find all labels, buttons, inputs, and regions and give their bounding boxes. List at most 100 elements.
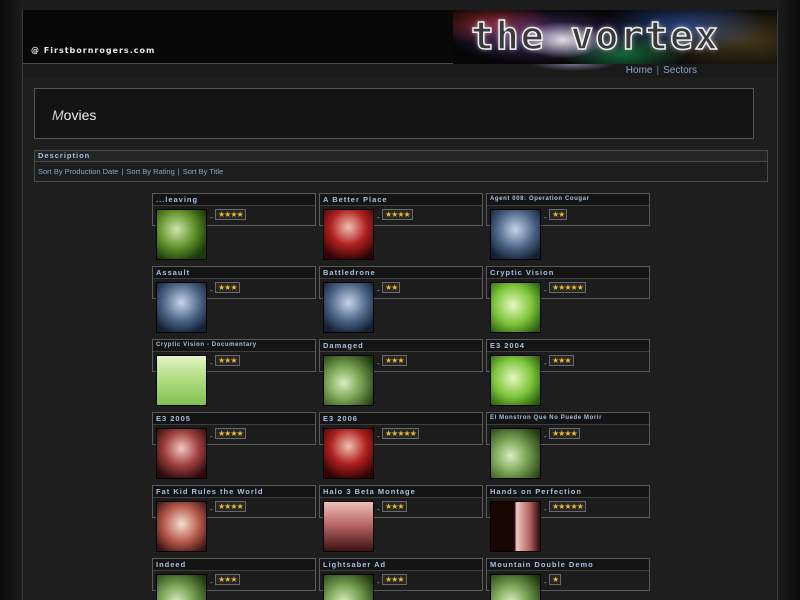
- sort-by-production-date-link[interactable]: Sort By Production Date: [38, 167, 118, 176]
- movie-card[interactable]: Assault - ★★★: [152, 266, 316, 333]
- rating-dash: -: [210, 359, 213, 368]
- nav-links: Home | Sectors: [626, 65, 697, 76]
- nav-sectors-link[interactable]: Sectors: [663, 65, 697, 76]
- movie-title[interactable]: Halo 3 Beta Montage: [320, 486, 482, 498]
- rating-dash: -: [544, 359, 547, 368]
- sort-separator: |: [177, 167, 180, 176]
- movie-thumbnail[interactable]: [156, 282, 207, 333]
- movie-card[interactable]: Halo 3 Beta Montage - ★★★: [319, 485, 483, 552]
- star-rating: ★★: [549, 209, 568, 220]
- movie-card[interactable]: Damaged - ★★★: [319, 339, 483, 406]
- sort-links: Sort By Production Date | Sort By Rating | S…: [35, 162, 767, 181]
- rating-dash: -: [210, 505, 213, 514]
- site-credit: @ Firstbornrogers.com: [31, 46, 156, 55]
- title-panel: Movies: [34, 88, 754, 139]
- movie-title[interactable]: Damaged: [320, 340, 482, 352]
- movie-card[interactable]: El Monstron Que No Puede Morir - ★★★★: [486, 412, 650, 479]
- rating-dash: -: [544, 286, 547, 295]
- star-rating: ★★★★: [382, 209, 413, 220]
- rating-dash: -: [377, 359, 380, 368]
- movie-title[interactable]: Cryptic Vision - Documentary: [153, 340, 315, 352]
- movie-thumbnail[interactable]: [490, 501, 541, 552]
- page-title: Movies: [52, 107, 96, 123]
- sort-by-title-link[interactable]: Sort By Title: [183, 167, 223, 176]
- movie-card[interactable]: ...leaving - ★★★★: [152, 193, 316, 260]
- movie-thumbnail[interactable]: [323, 209, 374, 260]
- star-rating: ★★★: [382, 355, 407, 366]
- movie-card[interactable]: Cryptic Vision - Documentary - ★★★: [152, 339, 316, 406]
- movie-card[interactable]: Agent 008: Operation Cougar - ★★: [486, 193, 650, 260]
- rating-dash: -: [377, 286, 380, 295]
- star-rating: ★: [549, 574, 562, 585]
- movie-thumbnail[interactable]: [156, 501, 207, 552]
- movie-card[interactable]: Indeed - ★★★: [152, 558, 316, 600]
- movie-thumbnail[interactable]: [323, 355, 374, 406]
- movie-card[interactable]: Fat Kid Rules the World - ★★★★: [152, 485, 316, 552]
- star-rating: ★★★: [215, 355, 240, 366]
- movie-title[interactable]: El Monstron Que No Puede Morir: [487, 413, 649, 425]
- movie-thumbnail[interactable]: [156, 355, 207, 406]
- movie-thumbnail[interactable]: [323, 428, 374, 479]
- movie-title[interactable]: Agent 008: Operation Cougar: [487, 194, 649, 206]
- movie-title[interactable]: Assault: [153, 267, 315, 279]
- rating-dash: -: [377, 505, 380, 514]
- movie-grid: ...leaving - ★★★★ A Better Place - ★★★★ …: [152, 193, 650, 600]
- rating-dash: -: [377, 213, 380, 222]
- nav-separator: |: [656, 65, 660, 76]
- movie-card[interactable]: E3 2006 - ★★★★★: [319, 412, 483, 479]
- star-rating: ★★★★: [215, 209, 246, 220]
- site-header: @ Firstbornrogers.com the vortex: [23, 10, 777, 64]
- movie-card[interactable]: Cryptic Vision - ★★★★★: [486, 266, 650, 333]
- sort-separator: |: [121, 167, 124, 176]
- rating-dash: -: [544, 578, 547, 587]
- site-logo[interactable]: the vortex: [453, 10, 777, 64]
- movie-card[interactable]: E3 2004 - ★★★: [486, 339, 650, 406]
- movie-card[interactable]: A Better Place - ★★★★: [319, 193, 483, 260]
- sort-by-rating-link[interactable]: Sort By Rating: [126, 167, 174, 176]
- movie-thumbnail[interactable]: [323, 282, 374, 333]
- movie-title[interactable]: Fat Kid Rules the World: [153, 486, 315, 498]
- description-panel: Description Sort By Production Date | Sort…: [34, 150, 768, 182]
- movie-card[interactable]: Battledrone - ★★: [319, 266, 483, 333]
- movie-thumbnail[interactable]: [156, 428, 207, 479]
- star-rating: ★★★: [215, 574, 240, 585]
- movie-title[interactable]: A Better Place: [320, 194, 482, 206]
- star-rating: ★★★★★: [549, 282, 586, 293]
- movie-thumbnail[interactable]: [490, 355, 541, 406]
- movie-thumbnail[interactable]: [490, 574, 541, 600]
- star-rating: ★★★★★: [549, 501, 586, 512]
- movie-title[interactable]: Indeed: [153, 559, 315, 571]
- movie-card[interactable]: E3 2005 - ★★★★: [152, 412, 316, 479]
- movie-title[interactable]: Cryptic Vision: [487, 267, 649, 279]
- movie-title[interactable]: E3 2005: [153, 413, 315, 425]
- movie-thumbnail[interactable]: [156, 574, 207, 600]
- movie-title[interactable]: Battledrone: [320, 267, 482, 279]
- movie-thumbnail[interactable]: [323, 501, 374, 552]
- movie-title[interactable]: ...leaving: [153, 194, 315, 206]
- movie-thumbnail[interactable]: [156, 209, 207, 260]
- page-frame: @ Firstbornrogers.com the vortex Home | Se…: [22, 10, 778, 600]
- movie-card[interactable]: Lightsaber Ad - ★★★: [319, 558, 483, 600]
- movie-thumbnail[interactable]: [323, 574, 374, 600]
- star-rating: ★★★: [215, 282, 240, 293]
- rating-dash: -: [210, 578, 213, 587]
- page-title-rest: ovies: [63, 107, 97, 123]
- movie-title[interactable]: Hands on Perfection: [487, 486, 649, 498]
- star-rating: ★★★★: [215, 428, 246, 439]
- movie-card[interactable]: Hands on Perfection - ★★★★★: [486, 485, 650, 552]
- movie-title[interactable]: Lightsaber Ad: [320, 559, 482, 571]
- movie-thumbnail[interactable]: [490, 209, 541, 260]
- movie-title[interactable]: Mountain Double Demo: [487, 559, 649, 571]
- movie-thumbnail[interactable]: [490, 282, 541, 333]
- page-title-initial: M: [52, 107, 64, 123]
- logo-text: the vortex: [470, 13, 720, 59]
- movie-card[interactable]: Mountain Double Demo - ★: [486, 558, 650, 600]
- rating-dash: -: [377, 578, 380, 587]
- rating-dash: -: [544, 213, 547, 222]
- star-rating: ★★★: [549, 355, 574, 366]
- nav-home-link[interactable]: Home: [626, 65, 653, 76]
- movie-title[interactable]: E3 2004: [487, 340, 649, 352]
- movie-thumbnail[interactable]: [490, 428, 541, 479]
- star-rating: ★★: [382, 282, 401, 293]
- movie-title[interactable]: E3 2006: [320, 413, 482, 425]
